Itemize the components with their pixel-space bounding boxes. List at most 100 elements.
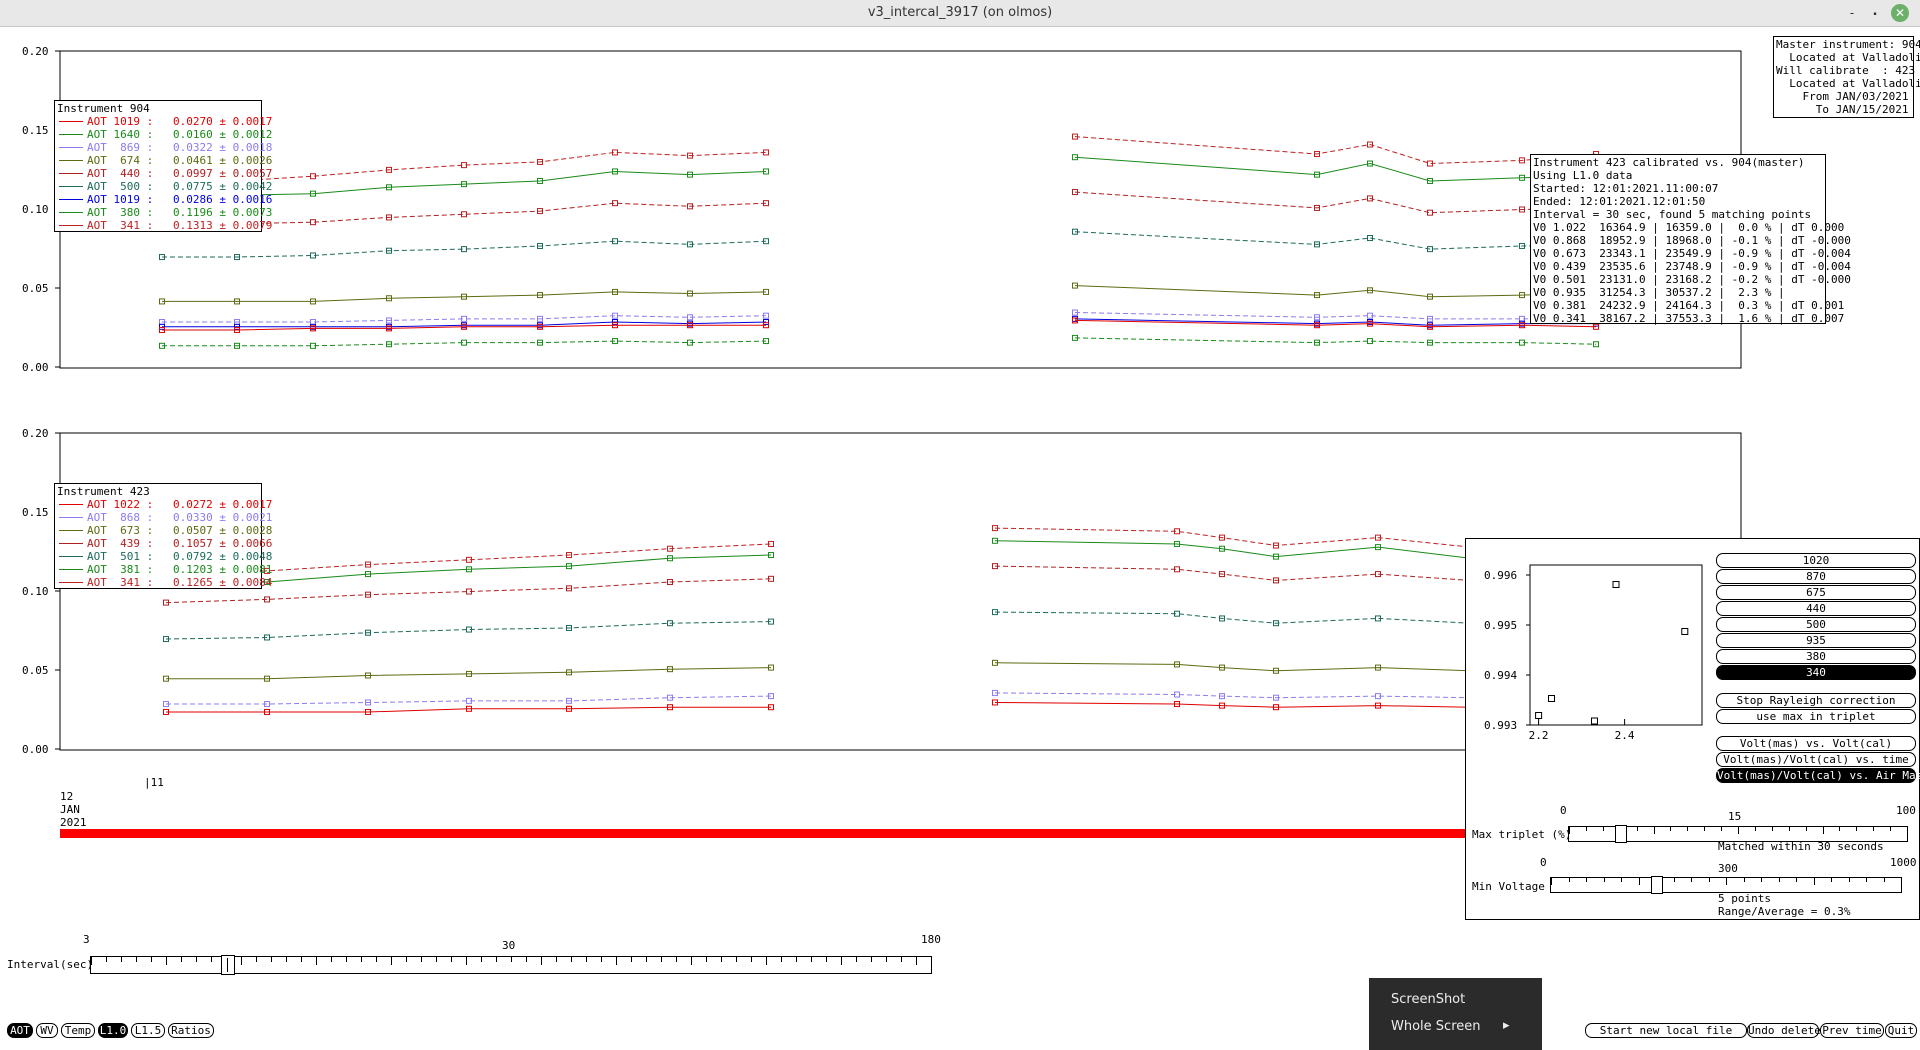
- action-button-undo-delete[interactable]: Undo delete: [1747, 1023, 1821, 1038]
- slider-tick: [1670, 827, 1672, 831]
- wavelength-button-340[interactable]: 340: [1716, 665, 1916, 680]
- matched-text: Matched within 30 seconds: [1718, 840, 1884, 853]
- slider-tick: [136, 957, 137, 962]
- data-type-button-ratios[interactable]: Ratios: [168, 1023, 214, 1038]
- legend-symbol-icon: [59, 147, 83, 148]
- interval-label: Interval(sec): [7, 958, 94, 971]
- stop-rayleigh-button[interactable]: Stop Rayleigh correction: [1716, 693, 1916, 708]
- action-button-prev-time[interactable]: Prev time: [1820, 1023, 1884, 1038]
- aot-series-line: [994, 662, 1471, 672]
- aot-series-line: [162, 240, 767, 258]
- slider-tick: [1636, 827, 1638, 831]
- legend-value: 0.0272 ± 0.0017: [173, 498, 273, 511]
- action-button-start-new-local-file[interactable]: Start new local file: [1585, 1023, 1747, 1038]
- wavelength-button-1020[interactable]: 1020: [1716, 553, 1916, 568]
- use-max-triplet-button[interactable]: use max in triplet: [1716, 709, 1916, 724]
- legend-item: AOT 674 : 0.0461 ± 0.0026: [55, 154, 272, 167]
- slider-tick: [376, 957, 377, 962]
- calib-info-line: Interval = 30 sec, found 5 matching poin…: [1533, 208, 1812, 221]
- max-triplet-label: Max triplet (%): [1472, 828, 1572, 841]
- slider-tick: [361, 957, 362, 962]
- slider-tick: [421, 957, 422, 962]
- wavelength-button-380[interactable]: 380: [1716, 649, 1916, 664]
- plot-mode-button[interactable]: Volt(mas)/Volt(cal) vs. Air Mass: [1716, 768, 1920, 783]
- slider-tick: [286, 957, 287, 962]
- data-type-button-aot[interactable]: AOT: [7, 1023, 33, 1038]
- slider-tick: [1883, 878, 1885, 882]
- data-type-button-temp[interactable]: Temp: [61, 1023, 95, 1038]
- legend-symbol-icon: [59, 517, 83, 518]
- min-voltage-slider[interactable]: [1550, 876, 1902, 894]
- wavelength-button-870[interactable]: 870: [1716, 569, 1916, 584]
- legend-item: AOT 1640 : 0.0160 ± 0.0012: [55, 128, 272, 141]
- interval-slider-thumb[interactable]: [221, 955, 236, 975]
- aot-series-line: [1074, 156, 1597, 182]
- ratio-point: [1591, 717, 1598, 725]
- legend-item: AOT 440 : 0.0997 ± 0.0057: [55, 167, 272, 180]
- plot-mode-button[interactable]: Volt(mas) vs. Volt(cal): [1716, 736, 1916, 751]
- y-tick-label: 0.00: [22, 743, 49, 756]
- slider-tick: [451, 957, 452, 962]
- slider-tick: [676, 957, 677, 962]
- slider-tick: [106, 957, 107, 962]
- slider-tick: [601, 957, 602, 962]
- legend-item: AOT 1019 : 0.0286 ± 0.0016: [55, 193, 272, 206]
- legend-label: AOT 1022 :: [87, 498, 154, 511]
- wavelength-button-935[interactable]: 935: [1716, 633, 1916, 648]
- y-tick-label: 0.10: [22, 585, 49, 598]
- slider-tick: [1691, 878, 1692, 882]
- calibration-info-box: Instrument 423 calibrated vs. 904(master…: [1530, 154, 1851, 325]
- legend-item: AOT 501 : 0.0792 ± 0.0048: [55, 550, 272, 563]
- slider-tick: [1738, 827, 1739, 834]
- slider-tick: [496, 957, 497, 962]
- wavelength-button-500[interactable]: 500: [1716, 617, 1916, 632]
- slider-tick: [91, 957, 92, 965]
- data-type-button-wv[interactable]: WV: [36, 1023, 58, 1038]
- menu-item-whole-screen[interactable]: Whole Screen: [1391, 1019, 1480, 1034]
- calib-info-line: V0 0.935 31254.3 | 30537.2 | 2.3 % |: [1533, 286, 1785, 299]
- legend-value: 0.1057 ± 0.0066: [173, 537, 273, 550]
- plot-mode-button[interactable]: Volt(mas)/Volt(cal) vs. time: [1716, 752, 1916, 767]
- time-selection-bar[interactable]: [60, 829, 1470, 838]
- legend-item: AOT 341 : 0.1313 ± 0.0079: [55, 219, 272, 232]
- interval-slider[interactable]: [90, 955, 932, 975]
- legend-value: 0.0461 ± 0.0026: [173, 154, 273, 167]
- plot-frame-904[interactable]: [59, 50, 1742, 369]
- calib-info-line: Using L1.0 data: [1533, 169, 1633, 182]
- ratio-point: [1612, 581, 1620, 588]
- slider-tick: [751, 957, 752, 962]
- legend-value: 0.1313 ± 0.0079: [173, 219, 273, 232]
- slider-tick: [691, 957, 692, 965]
- wavelength-button-440[interactable]: 440: [1716, 601, 1916, 616]
- aot-series-line: [1074, 231, 1597, 250]
- legend-value: 0.0160 ± 0.0012: [173, 128, 273, 141]
- legend-label: AOT 439 :: [87, 537, 154, 550]
- min-voltage-slider-thumb[interactable]: [1651, 876, 1663, 894]
- max-triplet-min-label: 0: [1560, 804, 1567, 817]
- master-info-line: Will calibrate : 423: [1776, 64, 1916, 77]
- slider-tick: [931, 957, 932, 962]
- data-type-button-l10[interactable]: L1.0: [98, 1023, 128, 1038]
- data-type-button-l15[interactable]: L1.5: [131, 1023, 165, 1038]
- slider-tick: [151, 957, 152, 962]
- legend-instrument-423: Instrument 423 AOT 1022 : 0.0272 ± 0.0017…: [54, 483, 272, 589]
- aot-series-line: [1074, 337, 1597, 345]
- slider-tick: [406, 957, 407, 962]
- slider-tick: [1704, 827, 1706, 831]
- slider-tick: [1761, 878, 1762, 882]
- action-button-quit[interactable]: Quit: [1885, 1023, 1917, 1038]
- wavelength-button-675[interactable]: 675: [1716, 585, 1916, 600]
- max-triplet-slider-thumb[interactable]: [1614, 825, 1627, 843]
- aot-point: [1593, 341, 1599, 348]
- slider-tick: [781, 957, 782, 962]
- legend-label: AOT 501 :: [87, 550, 154, 563]
- legend-value: 0.0775 ± 0.0042: [173, 180, 273, 193]
- aot-series-line: [994, 702, 1471, 708]
- aot-series-line: [1074, 191, 1597, 214]
- menu-item-screenshot[interactable]: ScreenShot: [1391, 992, 1465, 1007]
- legend-symbol-icon: [59, 569, 83, 570]
- slider-tick: [706, 957, 707, 962]
- y-tick-label: 0.15: [22, 506, 49, 519]
- aot-series-line: [162, 291, 767, 302]
- slider-tick: [1831, 878, 1832, 882]
